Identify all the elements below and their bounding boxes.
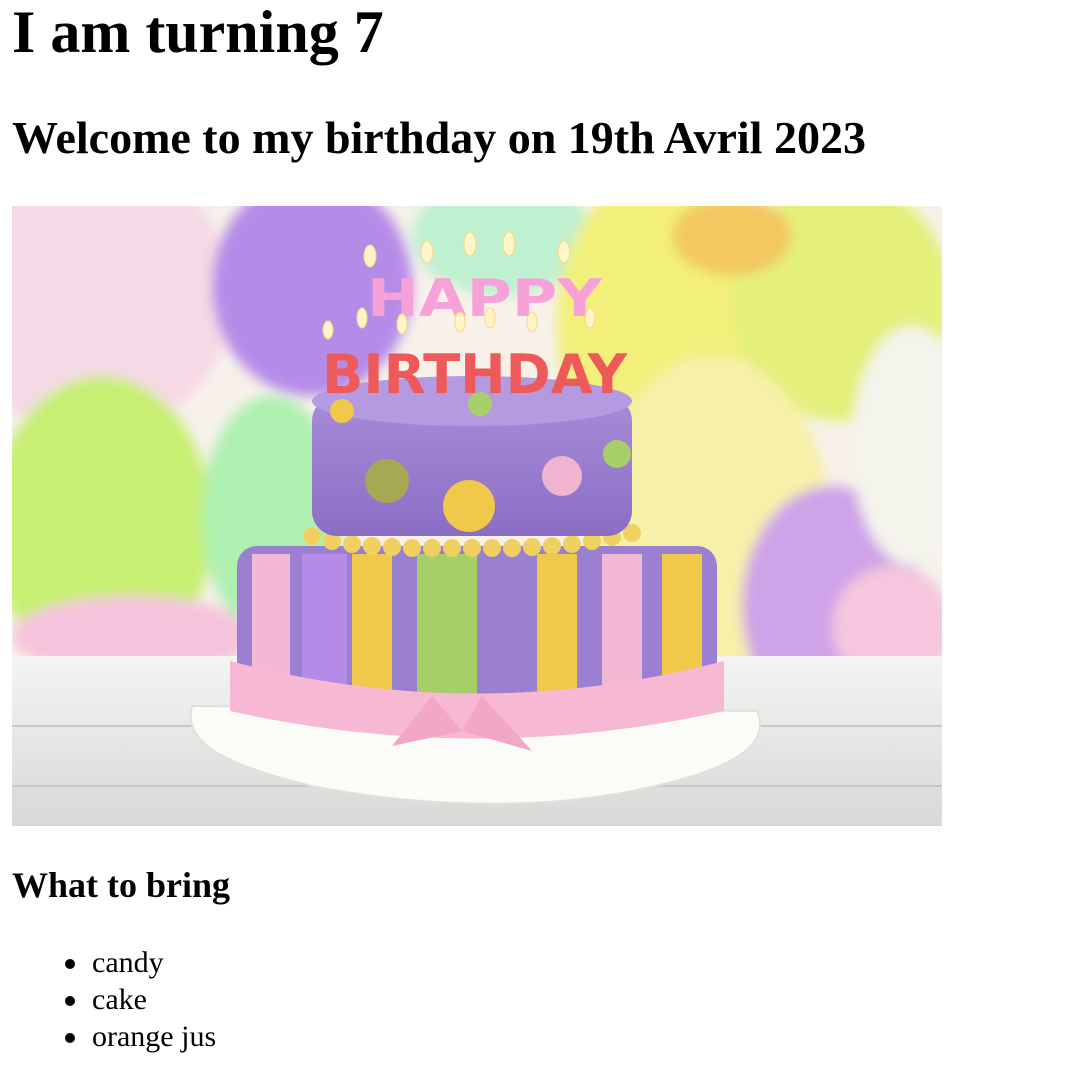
page-subtitle: Welcome to my birthday on 19th Avril 202… [12,112,866,163]
page-title: I am turning 7 [12,0,384,65]
birthday-cake-image: HAPPY BIRTHDAY [12,206,942,826]
candle-letters-birthday: BIRTHDAY [322,343,628,406]
list-item: candy [0,944,216,981]
section-heading-what-to-bring: What to bring [12,865,231,905]
list-item: cake [0,981,216,1018]
list-item: orange jus [0,1018,216,1055]
bring-list: candy cake orange jus [0,944,216,1055]
